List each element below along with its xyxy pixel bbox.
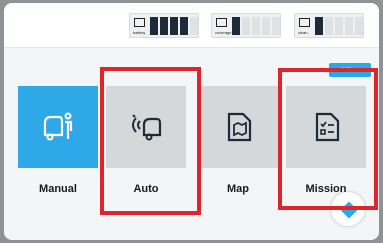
clean-label: clean	[298, 30, 308, 35]
clean-icon	[299, 18, 310, 27]
status-bar: battery coverage clean	[4, 3, 379, 48]
clean-bar	[335, 17, 343, 35]
map-icon	[227, 112, 252, 142]
battery-bar	[180, 17, 188, 35]
battery-bar	[150, 17, 158, 35]
clean-bar	[325, 17, 333, 35]
battery-label: battery	[133, 30, 146, 35]
clean-level-bars	[315, 17, 363, 35]
battery-level-bars	[150, 17, 198, 35]
coverage-label: coverage	[215, 30, 232, 35]
battery-bar	[170, 17, 178, 35]
device-screen: battery coverage clean ▦ Menu Manual Aut…	[4, 3, 379, 240]
highlight-auto	[100, 67, 201, 215]
coverage-bar	[252, 17, 260, 35]
battery-bar	[190, 17, 198, 35]
highlight-mission	[278, 68, 378, 210]
coverage-bar	[232, 17, 240, 35]
coverage-bar	[242, 17, 250, 35]
clean-bar	[345, 17, 353, 35]
coverage-icon	[216, 18, 227, 27]
operator-machine-icon	[43, 112, 73, 141]
clean-bar	[355, 17, 363, 35]
mode-label-map: Map	[227, 183, 249, 195]
clean-bar	[315, 17, 323, 35]
coverage-indicator: coverage	[211, 13, 281, 38]
battery-bar	[160, 17, 168, 35]
battery-icon	[134, 18, 145, 27]
coverage-bar	[262, 17, 270, 35]
mode-tile-map[interactable]	[198, 86, 278, 168]
battery-indicator: battery	[129, 13, 199, 38]
coverage-level-bars	[232, 17, 280, 35]
mode-label-manual: Manual	[39, 183, 77, 195]
mode-tile-manual[interactable]	[18, 86, 98, 168]
coverage-bar	[272, 17, 280, 35]
clean-indicator: clean	[294, 13, 364, 38]
